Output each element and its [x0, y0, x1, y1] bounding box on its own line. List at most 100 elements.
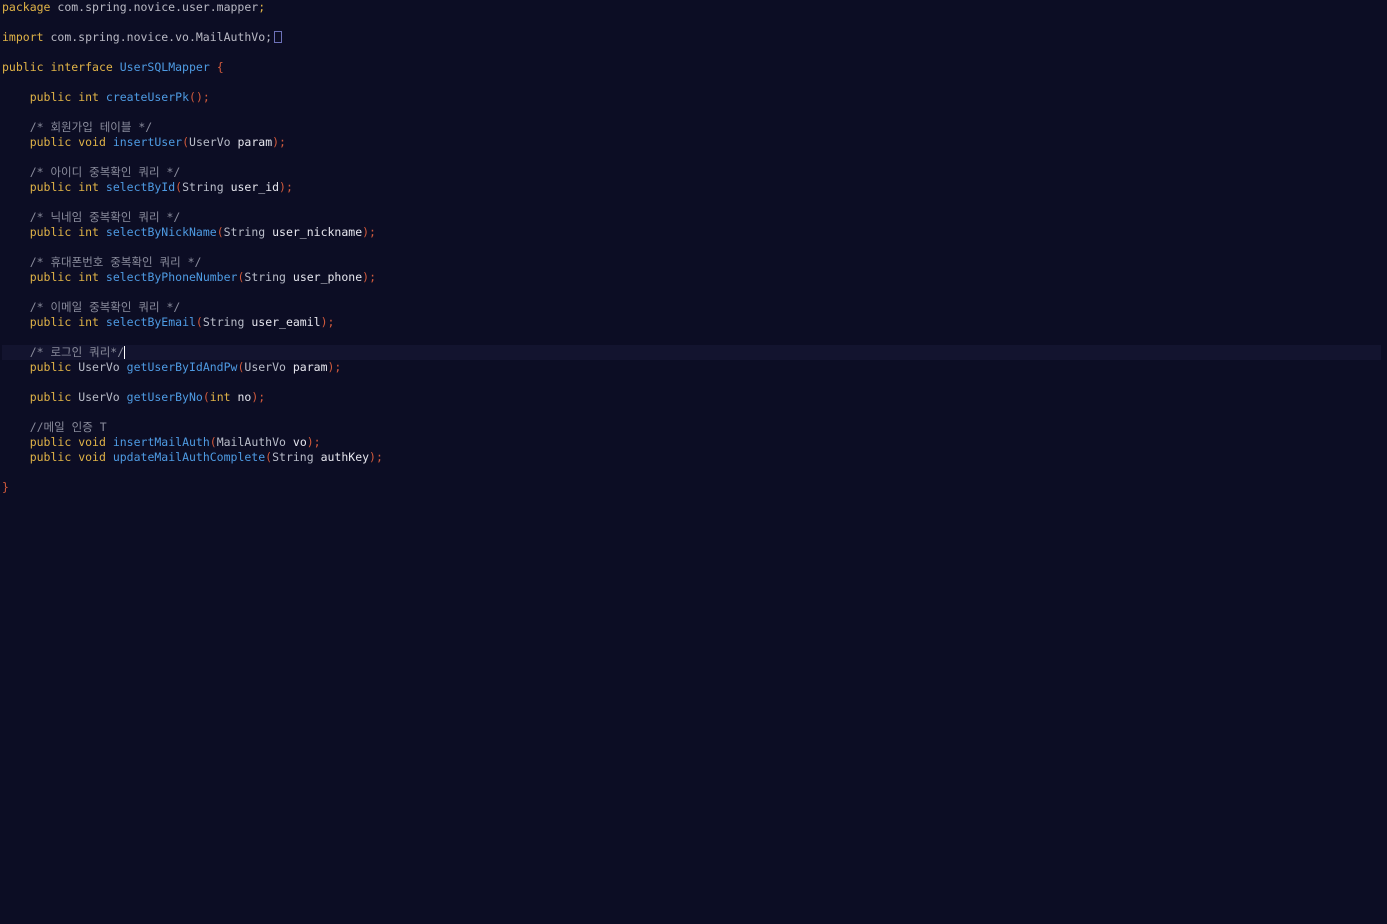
open-brace: {	[216, 60, 224, 74]
comment: /* 휴대폰번호 중복확인 쿼리 */	[29, 255, 202, 269]
code-editor[interactable]: package com.spring.novice.user.mapper; i…	[0, 0, 1387, 924]
interface-name: UserSQLMapper	[119, 60, 210, 74]
param-type: String	[244, 270, 286, 284]
param-name: param	[292, 360, 328, 374]
right-paren: );	[362, 270, 376, 284]
right-paren: );	[320, 315, 335, 329]
return-type: int	[78, 90, 99, 104]
code-line-comment-insert-user[interactable]: /* 회원가입 테이블 */	[2, 120, 153, 135]
keyword-public: public	[29, 225, 72, 239]
right-paren: );	[327, 360, 342, 374]
fold-expand-icon[interactable]	[274, 31, 283, 43]
keyword-interface: interface	[50, 60, 113, 74]
return-type: UserVo	[78, 360, 120, 374]
return-type: UserVo	[78, 390, 120, 404]
code-line-package[interactable]: package com.spring.novice.user.mapper;	[2, 0, 265, 15]
keyword-public: public	[29, 360, 72, 374]
param-type: String	[223, 225, 266, 239]
param-name: param	[237, 135, 273, 149]
code-line-close-brace[interactable]: }	[2, 480, 9, 495]
return-type: void	[78, 435, 106, 449]
code-line-method-update-mail-auth-complete[interactable]: public void updateMailAuthComplete(Strin…	[2, 450, 383, 465]
left-paren: (	[189, 90, 196, 104]
code-line-method-insert-user[interactable]: public void insertUser(UserVo param);	[2, 135, 286, 150]
keyword-public: public	[29, 135, 72, 149]
param-type: int	[209, 390, 231, 404]
method-name: selectByEmail	[105, 315, 196, 329]
keyword-public: public	[29, 390, 72, 404]
right-paren: );	[272, 135, 286, 149]
code-line-comment-select-by-id[interactable]: /* 아이디 중복확인 쿼리 */	[2, 165, 181, 180]
method-name: insertMailAuth	[112, 435, 210, 449]
param-name: authKey	[320, 450, 370, 464]
method-name: getUserByIdAndPw	[126, 360, 238, 374]
method-name: getUserByNo	[126, 390, 203, 404]
keyword-public: public	[29, 180, 72, 194]
code-line-comment-select-by-phone[interactable]: /* 휴대폰번호 중복확인 쿼리 */	[2, 255, 202, 270]
code-line-method-select-by-nickname[interactable]: public int selectByNickName(String user_…	[2, 225, 376, 240]
keyword-public: public	[29, 450, 72, 464]
code-line-method-insert-mail-auth[interactable]: public void insertMailAuth(MailAuthVo vo…	[2, 435, 321, 450]
param-type: UserVo	[189, 135, 231, 149]
param-name: user_nickname	[272, 225, 363, 239]
keyword-public: public	[2, 60, 44, 74]
method-name: createUserPk	[105, 90, 189, 104]
right-paren: );	[251, 390, 266, 404]
comment: /* 아이디 중복확인 쿼리 */	[29, 165, 181, 179]
text-cursor	[124, 346, 126, 359]
method-name: selectByNickName	[105, 225, 217, 239]
param-name: user_eamil	[251, 315, 321, 329]
code-line-comment-login[interactable]: /* 로그인 쿼리*/	[2, 345, 126, 360]
method-name: insertUser	[112, 135, 183, 149]
code-line-comment-select-by-email[interactable]: /* 이메일 중복확인 쿼리 */	[2, 300, 181, 315]
return-type: int	[78, 225, 99, 239]
comment: /* 로그인 쿼리*/	[29, 345, 125, 359]
keyword-public: public	[29, 270, 72, 284]
code-line-comment-select-by-nickname[interactable]: /* 닉네임 중복확인 쿼리 */	[2, 210, 181, 225]
code-line-method-select-by-phone[interactable]: public int selectByPhoneNumber(String us…	[2, 270, 376, 285]
param-type: MailAuthVo	[216, 435, 286, 449]
return-type: int	[78, 180, 99, 194]
param-type: String	[202, 315, 245, 329]
keyword-public: public	[29, 315, 72, 329]
keyword-package: package	[2, 0, 51, 14]
param-name: vo	[292, 435, 307, 449]
param-type: String	[272, 450, 314, 464]
current-line-highlight	[2, 345, 1381, 360]
code-line-method-create-user-pk[interactable]: public int createUserPk();	[2, 90, 210, 105]
import-name: com.spring.novice.vo.MailAuthVo;	[50, 30, 273, 44]
code-line-method-select-by-email[interactable]: public int selectByEmail(String user_eam…	[2, 315, 335, 330]
keyword-public: public	[29, 435, 72, 449]
left-paren: (	[209, 435, 217, 449]
left-paren: (	[202, 390, 210, 404]
param-name: no	[237, 390, 252, 404]
method-name: selectByPhoneNumber	[105, 270, 238, 284]
keyword-import: import	[2, 30, 44, 44]
close-brace: }	[2, 480, 9, 494]
comment: //메일 인증 T	[29, 420, 107, 434]
right-paren: );	[306, 435, 321, 449]
comment: /* 이메일 중복확인 쿼리 */	[29, 300, 181, 314]
param-type: String	[182, 180, 224, 194]
comment: /* 닉네임 중복확인 쿼리 */	[29, 210, 181, 224]
param-name: user_phone	[292, 270, 363, 284]
return-type: int	[78, 315, 99, 329]
return-type: void	[78, 135, 106, 149]
method-name: updateMailAuthComplete	[112, 450, 266, 464]
return-type: int	[78, 270, 99, 284]
code-line-method-get-user-by-no[interactable]: public UserVo getUserByNo(int no);	[2, 390, 266, 405]
right-paren: );	[362, 225, 376, 239]
right-paren: );	[369, 450, 383, 464]
code-line-comment-mail-auth[interactable]: //메일 인증 T	[2, 420, 107, 435]
code-line-interface-declaration[interactable]: public interface UserSQLMapper {	[2, 60, 224, 75]
left-paren: (	[216, 225, 224, 239]
left-paren: (	[182, 135, 190, 149]
left-paren: (	[195, 315, 203, 329]
code-line-method-get-user-by-id-and-pw[interactable]: public UserVo getUserByIdAndPw(UserVo pa…	[2, 360, 342, 375]
right-paren: );	[279, 180, 293, 194]
package-name: com.spring.novice.user.mapper	[57, 0, 259, 14]
param-name: user_id	[230, 180, 280, 194]
code-line-method-select-by-id[interactable]: public int selectById(String user_id);	[2, 180, 293, 195]
semicolon: ;	[258, 0, 266, 14]
code-line-import[interactable]: import com.spring.novice.vo.MailAuthVo;	[2, 30, 283, 45]
